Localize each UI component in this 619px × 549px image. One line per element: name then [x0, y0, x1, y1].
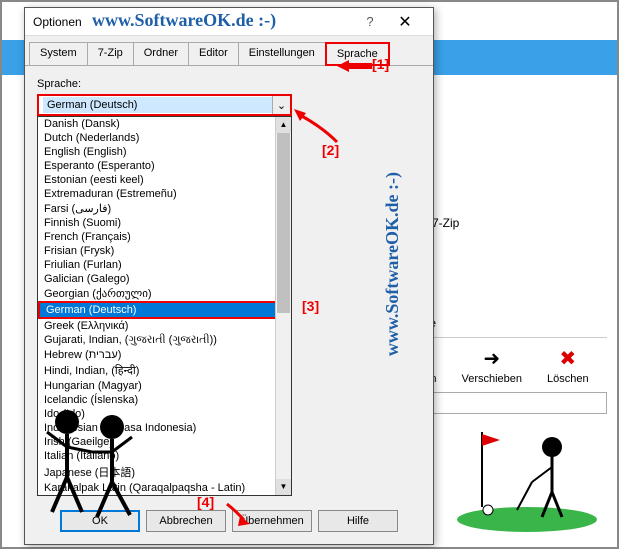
dropdown-item[interactable]: German (Deutsch) — [38, 301, 291, 319]
dropdown-item[interactable]: Frisian (Frysk) — [38, 244, 291, 258]
combo-selected-value: German (Deutsch) — [43, 97, 272, 113]
dropdown-item[interactable]: Greek (Ελληνικά) — [38, 319, 291, 333]
chevron-down-icon[interactable]: ⌄ — [272, 96, 290, 114]
arrow-4-icon — [222, 502, 252, 527]
dropdown-item[interactable]: Georgian (ქართული) — [38, 286, 291, 301]
dropdown-item[interactable]: Hebrew (עברית) — [38, 348, 291, 362]
dropdown-item[interactable]: Friulian (Furlan) — [38, 258, 291, 272]
scroll-down-icon[interactable]: ▼ — [276, 479, 291, 495]
scroll-up-icon[interactable]: ▲ — [276, 117, 291, 133]
bg-menubar: Hilfe — [412, 316, 617, 330]
annotation-1: [1] — [372, 56, 389, 72]
dropdown-item[interactable]: Finnish (Suomi) — [38, 216, 291, 230]
annotation-3: [3] — [302, 298, 319, 314]
tab-ordner[interactable]: Ordner — [133, 42, 189, 66]
help-button-bottom[interactable]: Hilfe — [318, 510, 398, 532]
dropdown-item[interactable]: English (English) — [38, 145, 291, 159]
watermark-vertical: www.SoftwareOK.de :-) — [382, 172, 403, 356]
dropdown-item[interactable]: Danish (Dansk) — [38, 117, 291, 131]
scrollbar[interactable]: ▲ ▼ — [275, 117, 291, 495]
tab-system[interactable]: System — [29, 42, 88, 66]
arrow-2-icon — [292, 107, 342, 147]
sprache-label: Sprache: — [37, 78, 421, 90]
golfer-decoration — [462, 422, 592, 532]
dropdown-item[interactable]: Hungarian (Magyar) — [38, 379, 291, 393]
bg-path-input[interactable] — [412, 392, 607, 414]
tab-7zip[interactable]: 7-Zip — [87, 42, 134, 66]
dropdown-item[interactable]: Gujarati, Indian, (ગુજરાતી (ગુજરાતી)) — [38, 333, 291, 348]
stick-figures-decoration — [32, 397, 152, 527]
cancel-button[interactable]: Abbrechen — [146, 510, 226, 532]
watermark-top: www.SoftwareOK.de :-) — [92, 10, 276, 31]
dropdown-item[interactable]: French (Français) — [38, 230, 291, 244]
dropdown-item[interactable]: Extremaduran (Estremeñu) — [38, 187, 291, 201]
bg-tool-move[interactable]: ➜ Verschieben — [461, 346, 522, 385]
dropdown-item[interactable]: Galician (Galego) — [38, 272, 291, 286]
dropdown-item[interactable]: Estonian (eesti keel) — [38, 173, 291, 187]
language-combobox[interactable]: German (Deutsch) ⌄ — [37, 94, 292, 116]
scrollbar-thumb[interactable] — [277, 133, 290, 313]
help-button[interactable]: ? — [355, 14, 385, 29]
arrow-1-icon — [337, 57, 372, 75]
tab-einstellungen[interactable]: Einstellungen — [238, 42, 326, 66]
bg-toolbar: ➡ ieren ➜ Verschieben ✖ Löschen — [412, 337, 607, 394]
annotation-4: [4] — [197, 494, 214, 510]
dropdown-item[interactable]: Farsi (فارسی) — [38, 201, 291, 216]
bg-7zip-label: 7-Zip — [432, 216, 459, 230]
bg-tool-delete[interactable]: ✖ Löschen — [547, 346, 589, 385]
dropdown-item[interactable]: Hindi, Indian, (हिन्दी) — [38, 362, 291, 379]
delete-icon: ✖ — [547, 346, 589, 371]
dropdown-item[interactable]: Esperanto (Esperanto) — [38, 159, 291, 173]
dropdown-item[interactable]: Dutch (Nederlands) — [38, 131, 291, 145]
close-button[interactable]: ✕ — [385, 12, 425, 32]
tab-editor[interactable]: Editor — [188, 42, 239, 66]
move-icon: ➜ — [461, 346, 522, 371]
